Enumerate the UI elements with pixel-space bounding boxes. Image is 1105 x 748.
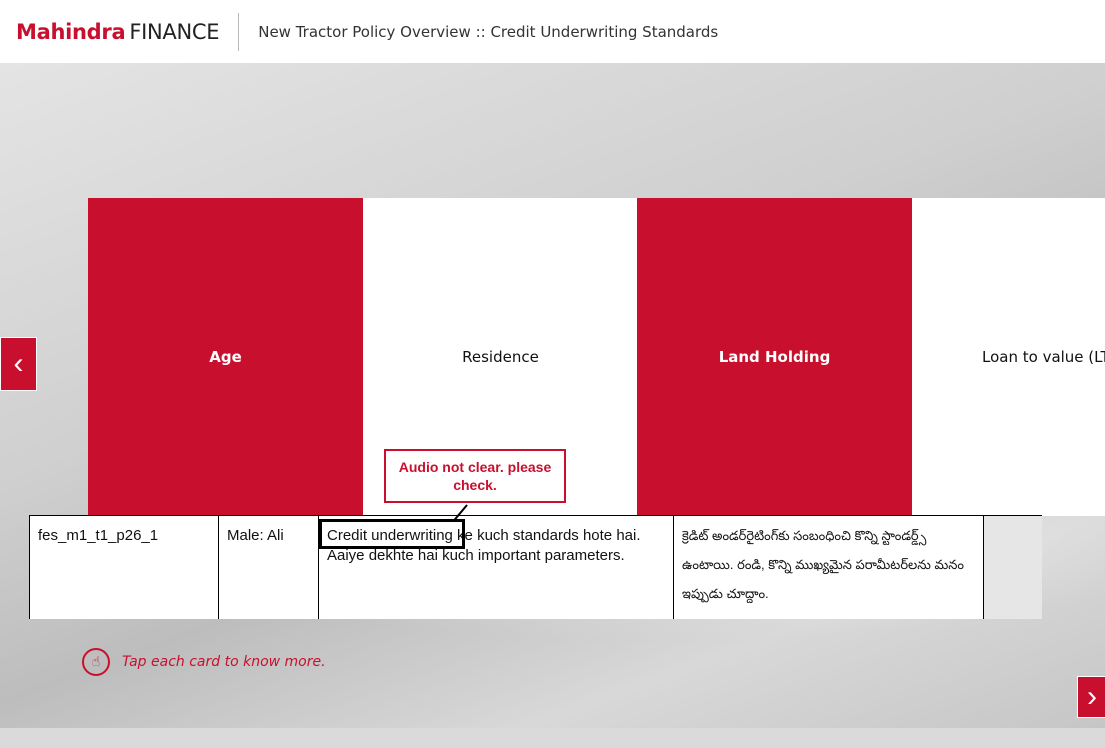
card-loan-to-value[interactable]: Loan to value (LTV bbox=[912, 198, 1105, 516]
content-stage: Age Residence Land Holding Loan to value… bbox=[0, 63, 1105, 728]
speaker: Male: Ali bbox=[219, 516, 319, 619]
footer-bar bbox=[0, 728, 1105, 748]
card-label: Loan to value (LTV bbox=[982, 348, 1105, 366]
table-scroll-area bbox=[984, 516, 1042, 619]
mahindra-finance-logo: Mahindra FINANCE bbox=[16, 19, 220, 44]
highlight-box bbox=[319, 519, 465, 549]
chevron-left-icon: ‹ bbox=[13, 347, 24, 380]
chevron-right-icon: › bbox=[1087, 680, 1097, 713]
header-divider bbox=[238, 12, 240, 51]
next-button[interactable]: › bbox=[1077, 676, 1105, 718]
header: Mahindra FINANCE New Tractor Policy Over… bbox=[0, 0, 1105, 63]
clip-id: fes_m1_t1_p26_1 bbox=[30, 516, 219, 619]
prev-button[interactable]: ‹ bbox=[0, 337, 37, 391]
page-title: New Tractor Policy Overview :: Credit Un… bbox=[258, 22, 719, 41]
card-age[interactable]: Age bbox=[88, 198, 363, 516]
tap-hand-icon: ☝ bbox=[82, 648, 110, 676]
card-label: Land Holding bbox=[718, 348, 831, 366]
card-label: Residence bbox=[462, 348, 539, 366]
card-label: Age bbox=[209, 348, 242, 366]
brand-suffix: FINANCE bbox=[129, 19, 220, 44]
review-comment: Audio not clear. please check. bbox=[384, 449, 566, 503]
translation-text: క్రెడిట్ అండర్‌రైటింగ్‌కు సంబంధించి కొన్… bbox=[674, 516, 984, 619]
card-land-holding[interactable]: Land Holding bbox=[637, 198, 912, 516]
review-table-row: fes_m1_t1_p26_1 Male: Ali Credit underwr… bbox=[29, 515, 1042, 619]
brand-name: Mahindra bbox=[16, 19, 126, 44]
hint: ☝ Tap each card to know more. bbox=[82, 648, 326, 676]
hint-text: Tap each card to know more. bbox=[122, 654, 326, 670]
